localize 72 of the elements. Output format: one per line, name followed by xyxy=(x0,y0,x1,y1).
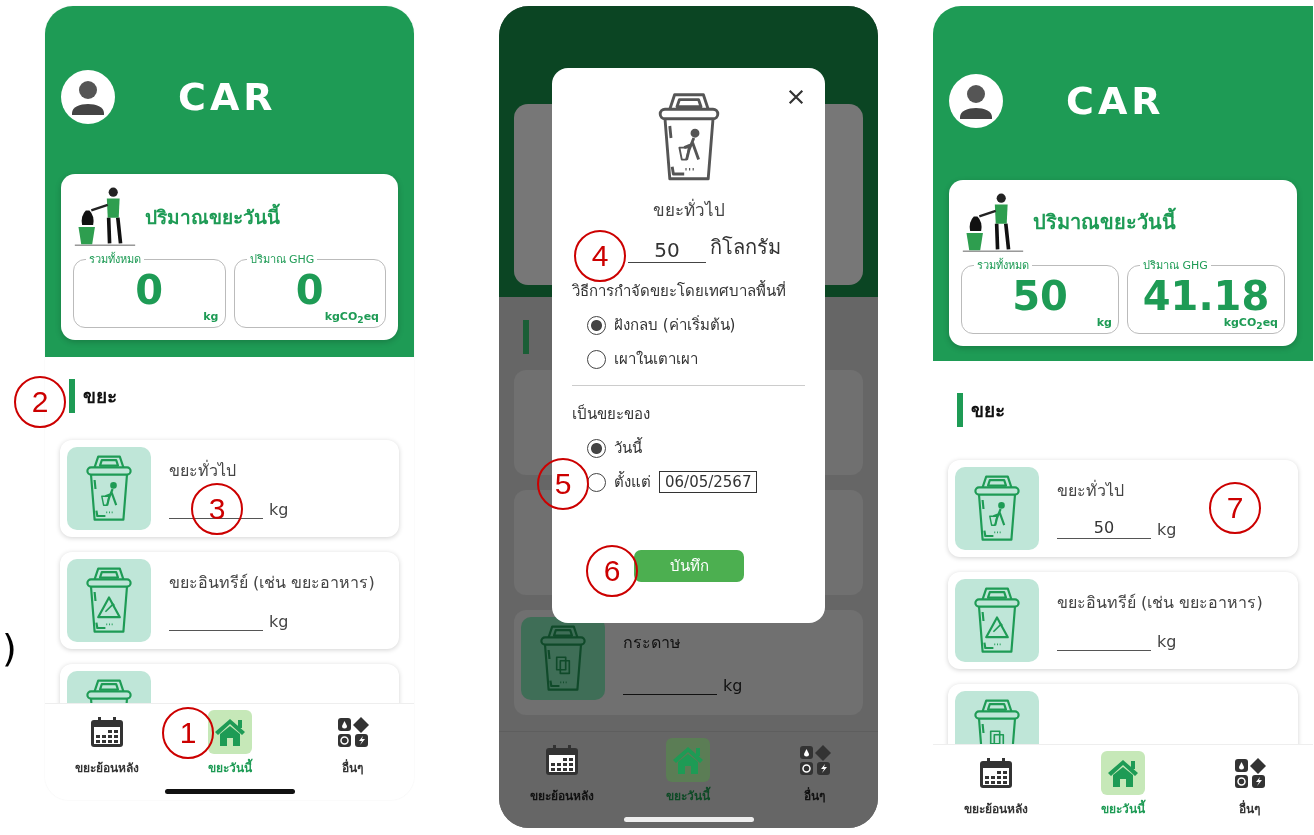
waste-card[interactable]: กระดาษ kg xyxy=(514,610,863,715)
step-number-marker: 6 xyxy=(586,545,638,597)
app-title: CAR xyxy=(1066,79,1165,123)
radio-button[interactable] xyxy=(587,349,606,369)
unit-label: kg xyxy=(1157,519,1177,539)
stat-unit: kgCO$_{2}$eq xyxy=(1223,316,1278,332)
waste-type-label: ขยะอินทรีย์ (เช่น ขยะอาหาร) xyxy=(169,572,375,595)
section-title: ขยะ xyxy=(971,398,1005,423)
stat-unit: kg xyxy=(1096,316,1112,330)
stat-value: 50 xyxy=(1012,276,1068,316)
stat-value: 0 xyxy=(135,270,164,310)
step-number-marker: 7 xyxy=(1209,482,1261,534)
amount-field[interactable]: 50 xyxy=(628,238,706,263)
step-number-marker: 3 xyxy=(191,483,243,535)
stat-label: ปริมาณ GHG xyxy=(1142,258,1209,274)
unit-label: kg xyxy=(1157,631,1177,651)
home-icon xyxy=(1106,757,1140,789)
stat-label: รวมทั้งหมด xyxy=(88,251,142,268)
stat-unit: kgCO$_{2}$eq xyxy=(324,310,379,326)
step-number-marker: 2 xyxy=(14,376,66,428)
waste-type-label: กระดาษ xyxy=(623,632,682,655)
calendar-icon xyxy=(545,744,580,776)
calendar-icon xyxy=(89,716,124,748)
unit-label: kg xyxy=(723,675,743,695)
calendar-icon xyxy=(979,757,1014,789)
dialog-title: ขยะทั่วไป xyxy=(652,197,725,222)
step-number-marker: 4 xyxy=(574,230,626,282)
step-number-marker: 1 xyxy=(162,707,214,759)
nav-tab[interactable]: ขยะย้อนหลัง xyxy=(946,751,1047,818)
unit-label: kg xyxy=(269,499,289,519)
step-number-marker: 5 xyxy=(537,458,589,510)
section-marker xyxy=(957,393,963,427)
nav-tab[interactable]: อื่นๆ xyxy=(302,710,403,777)
waste-card[interactable]: ขยะอินทรีย์ (เช่น ขยะอาหาร) kg xyxy=(60,552,399,649)
nav-tab[interactable]: ขยะวันนี้ xyxy=(1073,751,1173,818)
avatar-icon[interactable] xyxy=(948,73,1004,129)
section-marker xyxy=(69,379,75,413)
unit-label: kg xyxy=(269,611,289,631)
option-label: เผาในเตาเผา xyxy=(614,349,698,370)
radio-button[interactable] xyxy=(587,472,606,492)
amount-field[interactable]: 50 xyxy=(1057,517,1151,539)
app-title: CAR xyxy=(178,75,277,119)
stat-label: ปริมาณ GHG xyxy=(248,252,316,268)
waste-card[interactable]: ขยะอินทรีย์ (เช่น ขยะอาหาร) kg xyxy=(948,572,1298,669)
waste-type-label: ขยะอินทรีย์ (เช่น ขยะอาหาร) xyxy=(1057,592,1263,615)
section-title: ขยะ xyxy=(83,384,117,409)
waste-type-label: ขยะทั่วไป xyxy=(169,459,237,483)
option-label: ตั้งแต่ xyxy=(614,470,651,493)
stat-value: 41.18 xyxy=(1142,276,1270,316)
option-label: ฝังกลบ (ค่าเริ่มต้น) xyxy=(614,314,736,336)
stat-value: 0 xyxy=(295,270,324,310)
question-label: วิธีการกำจัดขยะโดยเทศบาลพื้นที่ xyxy=(572,279,787,302)
avatar-icon[interactable] xyxy=(60,69,116,125)
waste-type-label: ขยะทั่วไป xyxy=(1057,479,1125,503)
category-grid-icon xyxy=(335,716,370,748)
radio-button[interactable] xyxy=(587,315,606,335)
nav-tab[interactable]: ขยะย้อนหลัง xyxy=(56,710,157,777)
nav-tab[interactable]: อื่นๆ xyxy=(1199,751,1300,818)
summary-title: ปริมาณขยะวันนี้ xyxy=(145,202,280,232)
stat-unit: kg xyxy=(203,310,219,324)
section-marker xyxy=(523,320,529,354)
summary-title: ปริมาณขยะวันนี้ xyxy=(1033,206,1176,238)
unit-label: กิโลกรัม xyxy=(710,234,781,261)
home-icon xyxy=(671,744,706,776)
stat-label: รวมทั้งหมด xyxy=(976,257,1030,274)
date-field[interactable]: 06/05/2567 xyxy=(659,471,758,493)
cut-off-text: ) xyxy=(2,625,17,670)
question-label: เป็นขยะของ xyxy=(572,403,651,425)
category-grid-icon xyxy=(797,744,832,776)
category-grid-icon xyxy=(1232,757,1267,789)
option-label: วันนี้ xyxy=(614,436,642,459)
radio-button[interactable] xyxy=(587,438,606,458)
